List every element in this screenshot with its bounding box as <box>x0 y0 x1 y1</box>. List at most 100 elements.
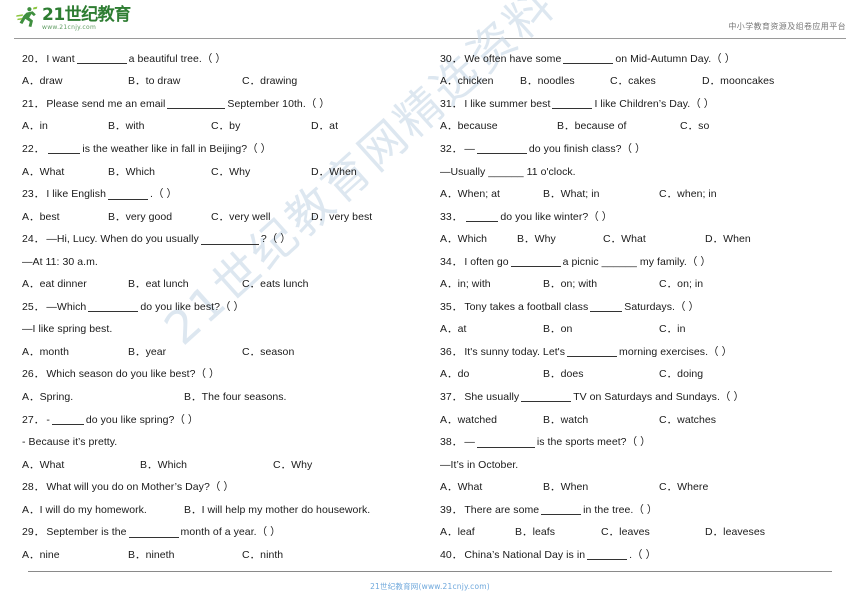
question-text-tail: a picnic ______ my family.（ ） <box>562 255 711 268</box>
option-b[interactable]: B．Why <box>517 234 603 245</box>
question-text-tail: morning exercises.（ ） <box>619 345 733 358</box>
answer-blank[interactable] <box>108 190 148 200</box>
answer-blank[interactable] <box>476 438 535 448</box>
answer-blank[interactable] <box>128 528 179 538</box>
option-a[interactable]: A．Which <box>440 234 517 245</box>
option-c[interactable]: C．drawing <box>242 76 297 87</box>
option-c[interactable]: C．doing <box>659 369 703 380</box>
option-a[interactable]: A．best <box>22 211 108 223</box>
option-b[interactable]: B．noodles <box>520 76 610 87</box>
option-b[interactable]: B．does <box>543 369 659 380</box>
option-list: A．month B．year C．season <box>22 346 422 358</box>
option-d[interactable]: D．at <box>311 121 338 132</box>
option-b[interactable]: B．watch <box>543 414 659 426</box>
option-a[interactable]: A．Spring. <box>22 391 184 403</box>
answer-blank[interactable] <box>76 54 127 65</box>
option-d[interactable]: D．leaveses <box>705 527 765 538</box>
option-a[interactable]: A．When; at <box>440 189 543 200</box>
answer-blank[interactable] <box>88 302 139 313</box>
option-c[interactable]: C．cakes <box>610 76 702 87</box>
option-c[interactable]: C．Why <box>211 166 311 178</box>
option-b[interactable]: B．When <box>543 482 659 493</box>
answer-blank[interactable] <box>51 415 84 426</box>
option-a[interactable]: A．What <box>22 459 140 471</box>
option-c[interactable]: C．so <box>680 121 709 132</box>
answer-blank[interactable] <box>552 99 593 110</box>
question-number: 30． <box>440 52 463 65</box>
option-c[interactable]: C．ninth <box>242 549 283 561</box>
option-c[interactable]: C．very well <box>211 211 311 223</box>
option-a[interactable]: A．eat dinner <box>22 279 128 290</box>
option-b[interactable]: B．nineth <box>128 549 242 561</box>
option-a[interactable]: A．in <box>22 121 108 132</box>
option-a[interactable]: A．What <box>22 166 108 178</box>
option-c[interactable]: C．by <box>211 121 311 132</box>
option-a[interactable]: A．chicken <box>440 76 520 87</box>
option-b[interactable]: B．on <box>543 324 659 335</box>
option-d[interactable]: D．When <box>311 166 357 178</box>
option-a[interactable]: A．in; with <box>440 279 543 290</box>
option-d[interactable]: D．very best <box>311 211 372 223</box>
option-a[interactable]: A．I will do my homework. <box>22 504 184 516</box>
option-a[interactable]: A．nine <box>22 549 128 561</box>
option-c[interactable]: C．in <box>659 324 685 335</box>
option-d[interactable]: D．When <box>705 234 751 245</box>
option-b[interactable]: B．on; with <box>543 279 659 290</box>
option-a[interactable]: A．do <box>440 369 543 380</box>
option-b[interactable]: B．The four seasons. <box>184 391 287 403</box>
answer-blank[interactable] <box>167 99 226 110</box>
option-a[interactable]: A．at <box>440 324 543 335</box>
option-b[interactable]: B．to draw <box>128 76 242 87</box>
option-b[interactable]: B．very good <box>108 211 211 223</box>
option-b[interactable]: B．leafs <box>515 527 601 538</box>
option-a[interactable]: A．draw <box>22 76 128 87</box>
answer-blank[interactable] <box>200 235 259 245</box>
option-b[interactable]: B．with <box>108 121 211 132</box>
option-b[interactable]: B．eat lunch <box>128 279 242 290</box>
answer-blank[interactable] <box>567 347 618 358</box>
option-b[interactable]: B．year <box>128 346 242 358</box>
question-text: Which season do you like best?（ ） <box>46 368 220 381</box>
option-c[interactable]: C．season <box>242 346 294 358</box>
option-b[interactable]: B．I will help my mother do housework. <box>184 504 370 516</box>
option-b[interactable]: B．because of <box>557 121 680 132</box>
answer-blank[interactable] <box>476 144 527 155</box>
option-c[interactable]: C．Where <box>659 482 708 493</box>
logo-wordmark: 21世纪教育 <box>42 5 131 25</box>
question-number: 21． <box>22 97 45 110</box>
answer-blank[interactable] <box>587 550 628 561</box>
option-c[interactable]: C．Why <box>273 459 312 471</box>
question-text: It's sunny today. Let's <box>464 345 566 358</box>
site-logo[interactable]: 21世纪教育 www.21cnjy.com <box>14 0 131 32</box>
option-row: A．eat dinner B．eat lunch C．eats lunch <box>22 273 422 296</box>
question-number: 35． <box>440 300 463 313</box>
option-c[interactable]: C．watches <box>659 414 716 426</box>
answer-blank[interactable] <box>466 212 499 223</box>
option-a[interactable]: A．because <box>440 121 557 132</box>
option-c[interactable]: C．What <box>603 234 705 245</box>
question-stem: 28． What will you do on Mother’s Day?（ ） <box>22 476 422 499</box>
option-a[interactable]: A．What <box>440 482 543 493</box>
question-number: 34． <box>440 255 463 268</box>
option-row: A．watched B．watch C．watches <box>440 409 846 432</box>
option-a[interactable]: A．watched <box>440 414 543 426</box>
option-b[interactable]: B．Which <box>140 459 273 471</box>
page-footer[interactable]: 21世纪教育网(www.21cnjy.com) <box>0 581 860 592</box>
option-a[interactable]: A．leaf <box>440 527 515 538</box>
option-c[interactable]: C．on; in <box>659 279 703 290</box>
question-stem: 33． do you like winter?（ ） <box>440 206 846 229</box>
option-c[interactable]: C．leaves <box>601 527 705 538</box>
answer-blank[interactable] <box>541 505 582 516</box>
option-a[interactable]: A．month <box>22 346 128 358</box>
question-text: There are some <box>464 503 540 516</box>
answer-blank[interactable] <box>590 302 623 313</box>
option-b[interactable]: B．What; in <box>543 189 659 200</box>
option-b[interactable]: B．Which <box>108 166 211 178</box>
answer-blank[interactable] <box>48 144 81 155</box>
option-c[interactable]: C．when; in <box>659 189 717 200</box>
option-d[interactable]: D．mooncakes <box>702 76 774 87</box>
answer-blank[interactable] <box>563 54 614 65</box>
answer-blank[interactable] <box>510 257 561 268</box>
option-c[interactable]: C．eats lunch <box>242 279 309 290</box>
answer-blank[interactable] <box>521 392 572 403</box>
